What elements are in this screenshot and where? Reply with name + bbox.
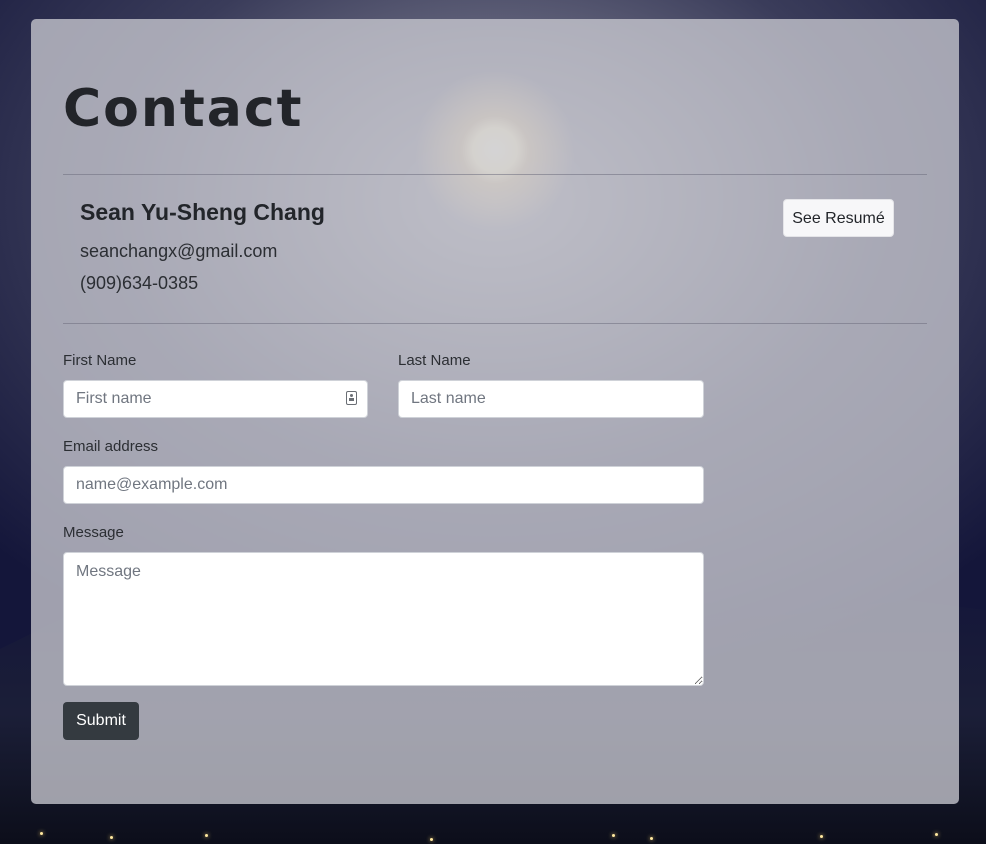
last-name-label: Last Name <box>398 352 471 369</box>
page-title: Contact <box>63 79 304 139</box>
contact-card: Contact Sean Yu-Sheng Chang seanchangx@g… <box>31 19 959 804</box>
email-label: Email address <box>63 438 159 455</box>
contact-email: seanchangx@gmail.com <box>80 241 278 261</box>
first-name-label: First Name <box>63 352 137 369</box>
message-textarea[interactable] <box>63 552 704 686</box>
divider-top <box>63 174 927 175</box>
message-label: Message <box>63 524 124 541</box>
see-resume-button[interactable]: See Resumé <box>783 199 894 237</box>
first-name-input[interactable] <box>63 380 368 418</box>
last-name-input[interactable] <box>398 380 704 418</box>
contact-name: Sean Yu-Sheng Chang <box>80 199 325 225</box>
background-town-lights <box>0 804 986 844</box>
contact-card-icon[interactable] <box>346 391 357 405</box>
contact-phone: (909)634-0385 <box>80 273 199 293</box>
email-input[interactable] <box>63 466 704 504</box>
submit-button[interactable]: Submit <box>63 702 139 740</box>
divider-bottom <box>63 323 927 324</box>
